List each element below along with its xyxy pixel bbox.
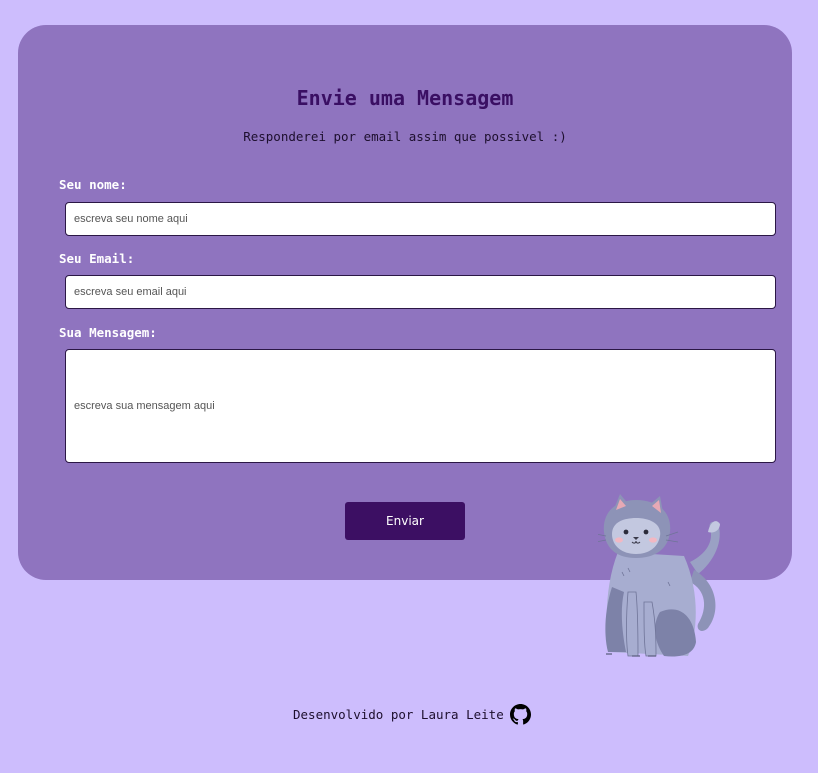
message-label: Sua Mensagem:: [59, 325, 157, 340]
name-label: Seu nome:: [59, 177, 127, 192]
email-input[interactable]: [65, 275, 776, 309]
footer-text: Desenvolvido por Laura Leite: [293, 706, 504, 722]
cat-illustration: [598, 494, 720, 657]
name-input[interactable]: [65, 202, 776, 236]
email-label: Seu Email:: [59, 251, 135, 266]
footer: Desenvolvido por Laura Leite: [293, 701, 531, 727]
send-button[interactable]: Enviar: [345, 502, 465, 540]
page-subtitle: Responderei por email assim que possivel…: [243, 129, 567, 144]
page-title: Envie uma Mensagem: [296, 86, 514, 110]
message-textarea[interactable]: [65, 349, 776, 463]
github-icon[interactable]: [509, 703, 531, 725]
